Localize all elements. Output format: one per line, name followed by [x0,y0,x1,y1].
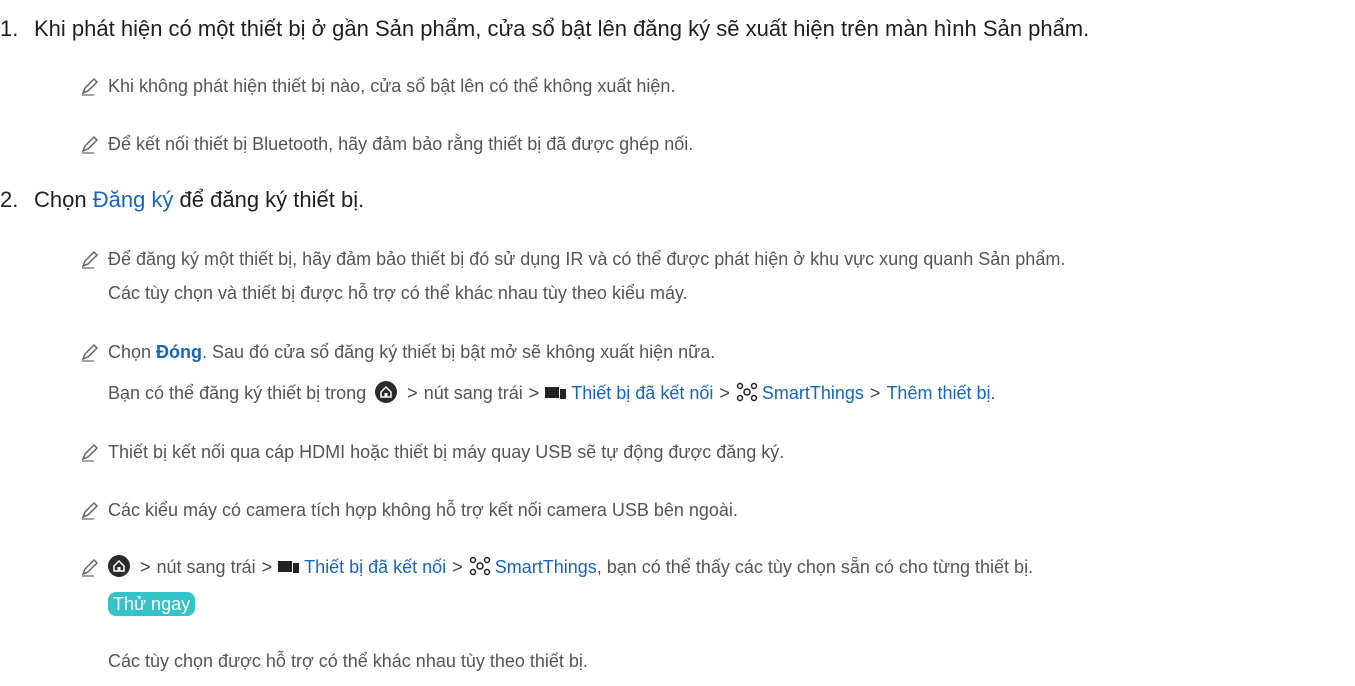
note-text-pre: Chọn [108,342,157,362]
pencil-icon [81,135,99,154]
pencil-icon [81,558,99,577]
home-icon [375,381,398,403]
smartthings-icon [469,556,490,576]
try-now-button[interactable]: Thử ngay [108,592,196,616]
path-left-button: nút sang trái [423,383,523,403]
step-number: 1. [0,16,19,41]
pencil-icon [81,77,99,96]
step-text: Khi phát hiện có một thiết bị ở gần Sản … [34,16,1090,41]
path-connected-devices[interactable]: Thiết bị đã kết nối [304,557,446,577]
note-continuation: Các tùy chọn và thiết bị được hỗ trợ có … [108,283,688,303]
menu-path: Bạn có thể đăng ký thiết bị trong > nút s… [108,380,996,406]
path-left-button: nút sang trái [156,557,256,577]
path-smartthings[interactable]: SmartThings [762,383,864,403]
step-text-post: để đăng ký thiết bị. [173,187,365,212]
separator: > [407,383,418,403]
pencil-icon [81,501,99,520]
note-text: Để kết nối thiết bị Bluetooth, hãy đảm b… [108,134,694,154]
separator: > [869,383,881,403]
pencil-icon [81,343,99,362]
path-intro: Bạn có thể đăng ký thiết bị trong [108,383,372,403]
separator: > [719,383,730,403]
connected-devices-icon [545,387,567,399]
pencil-icon [81,443,99,462]
register-link[interactable]: Đăng ký [93,187,174,212]
connected-devices-icon [278,561,300,573]
note-text-post: . Sau đó cửa sổ đăng ký thiết bị bật mở … [202,342,716,362]
note-text: Khi không phát hiện thiết bị nào, cửa sổ… [108,76,676,96]
path-connected-devices[interactable]: Thiết bị đã kết nối [571,383,713,403]
note-text: Thiết bị kết nối qua cáp HDMI hoặc thiết… [108,442,785,462]
separator: > [261,557,273,577]
step-1: 1. Khi phát hiện có một thiết bị ở gần Sả… [0,14,1089,44]
close-link[interactable]: Đóng [156,342,202,362]
path-add-device[interactable]: Thêm thiết bị [886,383,990,403]
note-text-post: , bạn có thể thấy các tùy chọn sẵn có ch… [596,557,1034,577]
note-text: > nút sang trái > Thiết bị đã kết nối > Smart… [108,554,1033,580]
path-end: . [990,383,996,403]
note-text: Để đăng ký một thiết bị, hãy đảm bảo thi… [108,249,1066,269]
step-2: 2. Chọn Đăng ký để đăng ký thiết bị. [0,185,364,215]
step-text-pre: Chọn [34,187,93,212]
note-continuation: Các tùy chọn được hỗ trợ có thể khác nha… [108,651,588,671]
pencil-icon [81,250,99,269]
separator: > [140,557,151,577]
separator: > [528,383,540,403]
note-text: Các kiểu máy có camera tích hợp không hỗ… [108,500,738,520]
home-icon [108,555,130,577]
step-number: 2. [0,187,19,212]
smartthings-icon [736,382,758,402]
path-smartthings[interactable]: SmartThings [495,557,597,577]
try-now-row: Thử ngay [108,591,196,617]
separator: > [452,557,463,577]
note-text: Chọn Đóng. Sau đó cửa sổ đăng ký thiết b… [108,339,715,365]
